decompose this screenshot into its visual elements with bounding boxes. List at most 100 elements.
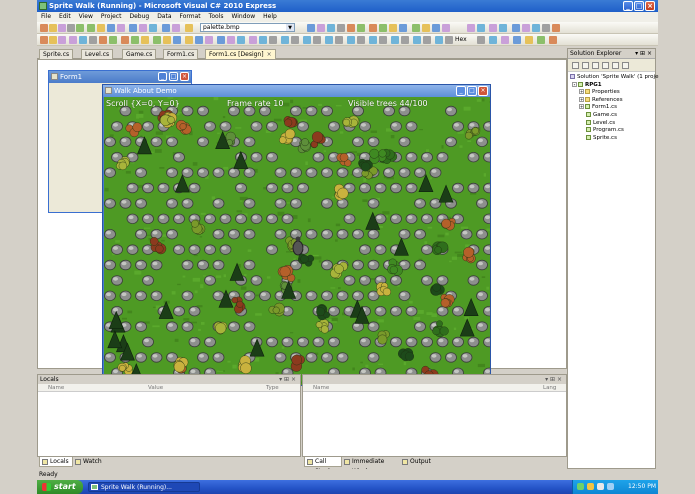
tab-call-stack[interactable]: Call Stack bbox=[304, 457, 342, 475]
toolbar-icon[interactable] bbox=[76, 24, 84, 32]
column-lang[interactable]: Lang bbox=[543, 384, 556, 392]
toolbar-icon[interactable] bbox=[97, 24, 105, 32]
chevron-down-icon[interactable]: ▼ bbox=[286, 24, 294, 31]
tree-item-references[interactable]: + References bbox=[570, 96, 655, 105]
toolbar-icon[interactable] bbox=[537, 36, 545, 44]
walk-maximize-button[interactable]: □ bbox=[467, 86, 477, 96]
toolbar-icon[interactable] bbox=[58, 24, 66, 32]
tab-form1-cs[interactable]: Form1.cs bbox=[163, 49, 199, 59]
toolbar-icon[interactable] bbox=[412, 24, 420, 32]
pin-icon[interactable]: ▾ ⊞ × bbox=[545, 375, 562, 384]
toolbar-icon[interactable] bbox=[552, 24, 560, 32]
view-designer-icon[interactable] bbox=[612, 62, 619, 69]
toolbar-icon[interactable] bbox=[357, 36, 365, 44]
toolbar-icon[interactable] bbox=[391, 36, 399, 44]
menu-tools[interactable]: Tools bbox=[208, 13, 225, 20]
toolbar-icon[interactable] bbox=[325, 36, 333, 44]
tree-item-properties[interactable]: + Properties bbox=[570, 89, 655, 97]
toolbar-icon[interactable] bbox=[303, 36, 311, 44]
toolbar-icon[interactable] bbox=[89, 36, 97, 44]
menu-view[interactable]: View bbox=[78, 13, 94, 20]
expand-icon[interactable]: + bbox=[579, 96, 584, 102]
toolbar-icon[interactable] bbox=[162, 24, 170, 32]
toolbar-icon[interactable] bbox=[163, 36, 171, 44]
toolbar-icon[interactable] bbox=[522, 24, 530, 32]
toolbar-icon[interactable] bbox=[269, 36, 277, 44]
expand-icon[interactable]: + bbox=[579, 89, 584, 95]
expand-icon[interactable]: + bbox=[579, 104, 584, 110]
toolbar-icon[interactable] bbox=[40, 36, 48, 44]
show-all-files-icon[interactable] bbox=[582, 62, 589, 69]
walk-about-window[interactable]: Walk About Demo _ □ × Scroll {X=0, Y=0} … bbox=[102, 84, 491, 386]
toolbar-icon[interactable] bbox=[227, 36, 235, 44]
toolbar-icon[interactable] bbox=[259, 36, 267, 44]
toolbar-icon[interactable] bbox=[172, 24, 180, 32]
column-type[interactable]: Type bbox=[266, 384, 279, 392]
tree-item-solution[interactable]: Solution 'Sprite Walk' (1 proje bbox=[570, 74, 658, 82]
toolbar-icon[interactable] bbox=[217, 36, 225, 44]
toolbar-icon[interactable] bbox=[69, 36, 77, 44]
maximize-button[interactable]: □ bbox=[634, 1, 644, 11]
close-button[interactable]: × bbox=[645, 1, 655, 11]
tab-watch[interactable]: Watch bbox=[73, 457, 105, 467]
toolbar-icon[interactable] bbox=[149, 24, 157, 32]
toolbar-icon[interactable] bbox=[467, 24, 475, 32]
tree-item-game[interactable]: Game.cs bbox=[570, 111, 655, 120]
toolbar-icon[interactable] bbox=[337, 24, 345, 32]
form1-minimize-button[interactable]: _ bbox=[158, 72, 167, 81]
toolbar-icon[interactable] bbox=[139, 24, 147, 32]
toolbar-icon[interactable] bbox=[379, 24, 387, 32]
menu-format[interactable]: Format bbox=[179, 13, 202, 20]
tree-item-form1[interactable]: + Form1.cs bbox=[570, 104, 655, 112]
view-code-icon[interactable] bbox=[602, 62, 609, 69]
toolbar-icon[interactable] bbox=[489, 36, 497, 44]
toolbar-icon[interactable] bbox=[347, 36, 355, 44]
security-icon[interactable] bbox=[587, 483, 594, 490]
walk-minimize-button[interactable]: _ bbox=[456, 86, 466, 96]
toolbar-icon[interactable] bbox=[107, 24, 115, 32]
toolbar-icon[interactable] bbox=[477, 24, 485, 32]
toolbar-icon[interactable] bbox=[532, 24, 540, 32]
toolbar-icon[interactable] bbox=[117, 24, 125, 32]
taskbar-item-sprite-walk[interactable]: Sprite Walk (Running)... bbox=[88, 482, 200, 492]
toolbar-icon[interactable] bbox=[40, 24, 48, 32]
toolbar-icon[interactable] bbox=[423, 36, 431, 44]
update-icon[interactable] bbox=[607, 483, 614, 490]
toolbar-icon[interactable] bbox=[442, 24, 450, 32]
hex-toggle[interactable]: Hex bbox=[455, 35, 467, 44]
toolbar-icon[interactable] bbox=[141, 36, 149, 44]
toolbar-icon[interactable] bbox=[49, 36, 57, 44]
toolbar-icon[interactable] bbox=[369, 24, 377, 32]
menu-window[interactable]: Window bbox=[230, 13, 256, 20]
toolbar-icon[interactable] bbox=[99, 36, 107, 44]
toolbar-icon[interactable] bbox=[249, 36, 257, 44]
toolbar-icon[interactable] bbox=[281, 36, 289, 44]
form1-close-button[interactable]: × bbox=[180, 72, 189, 81]
toolbar-icon[interactable] bbox=[549, 36, 557, 44]
toolbar-icon[interactable] bbox=[379, 36, 387, 44]
toolbar-icon[interactable] bbox=[185, 24, 193, 32]
tab-immediate-window[interactable]: Immediate Window bbox=[342, 457, 400, 475]
refresh-icon[interactable] bbox=[592, 62, 599, 69]
tree-item-sprite[interactable]: Sprite.cs bbox=[570, 134, 655, 143]
minimize-button[interactable]: _ bbox=[623, 1, 633, 11]
toolbar-icon[interactable] bbox=[185, 36, 193, 44]
toolbar-icon[interactable] bbox=[205, 36, 213, 44]
toolbar-icon[interactable] bbox=[477, 36, 485, 44]
toolbar-icon[interactable] bbox=[489, 24, 497, 32]
toolbar-icon[interactable] bbox=[129, 24, 137, 32]
toolbar-icon[interactable] bbox=[542, 24, 550, 32]
menu-data[interactable]: Data bbox=[156, 13, 172, 20]
toolbar-icon[interactable] bbox=[121, 36, 129, 44]
toolbar-icon[interactable] bbox=[501, 36, 509, 44]
toolbar-icon[interactable] bbox=[173, 36, 181, 44]
menu-edit[interactable]: Edit bbox=[58, 13, 72, 20]
toolbar-icon[interactable] bbox=[237, 36, 245, 44]
pin-icon[interactable]: ▾ ⊞ × bbox=[279, 375, 296, 384]
toolbar-icon[interactable] bbox=[512, 24, 520, 32]
close-icon[interactable]: × bbox=[267, 51, 272, 58]
menu-help[interactable]: Help bbox=[262, 13, 278, 20]
toolbar-icon[interactable] bbox=[347, 24, 355, 32]
toolbar-icon[interactable] bbox=[327, 24, 335, 32]
toolbar-icon[interactable] bbox=[499, 24, 507, 32]
